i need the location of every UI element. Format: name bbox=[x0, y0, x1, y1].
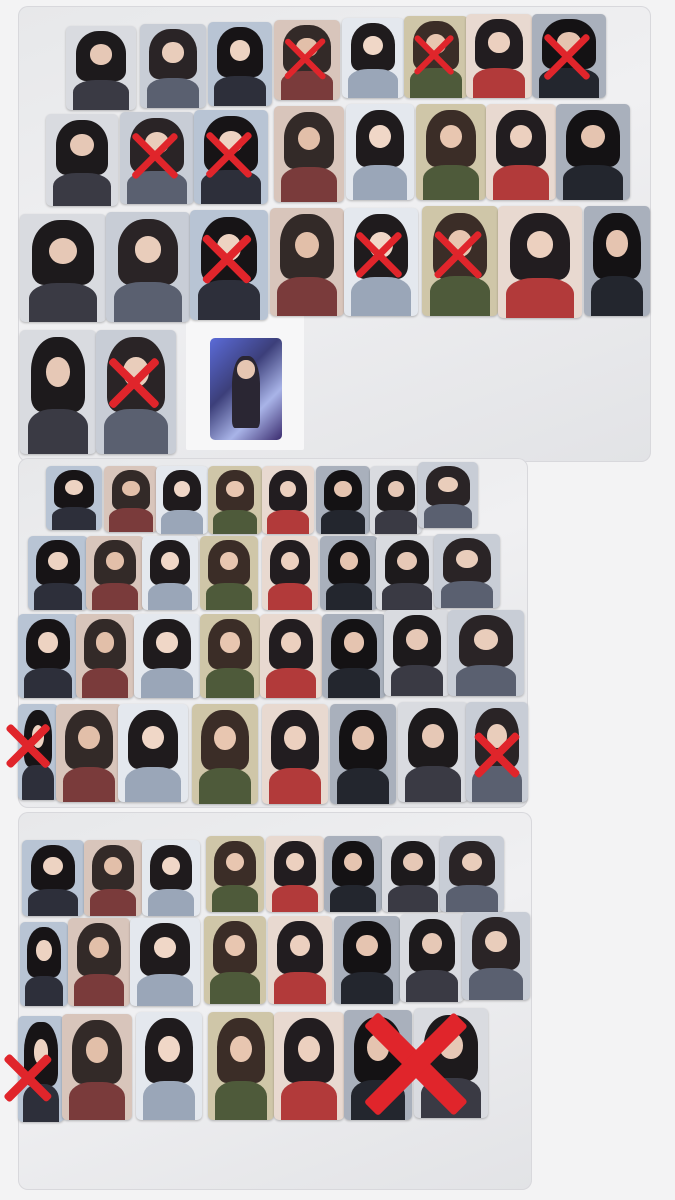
photocard bbox=[486, 104, 556, 200]
photocard bbox=[20, 330, 96, 454]
photocard bbox=[76, 614, 134, 698]
photocard bbox=[18, 704, 58, 800]
photocard bbox=[370, 466, 422, 534]
photocard bbox=[20, 214, 106, 322]
photocard bbox=[400, 914, 464, 1002]
photocard bbox=[156, 466, 208, 534]
photocard bbox=[398, 702, 468, 802]
photocard bbox=[106, 212, 190, 322]
photocard bbox=[96, 330, 176, 454]
photocard bbox=[320, 536, 378, 610]
photocard bbox=[68, 918, 130, 1006]
photocard bbox=[344, 208, 418, 316]
photocard bbox=[322, 614, 386, 698]
photocard bbox=[342, 18, 404, 98]
photocard bbox=[134, 614, 200, 698]
photocard bbox=[382, 836, 444, 912]
photocard bbox=[18, 614, 78, 698]
photocard bbox=[384, 610, 450, 696]
photocard bbox=[466, 14, 532, 98]
photocard bbox=[344, 1010, 412, 1120]
photocard bbox=[120, 112, 194, 204]
photocard bbox=[140, 24, 206, 108]
photocard bbox=[274, 20, 340, 100]
photocard bbox=[86, 536, 144, 610]
photocard bbox=[22, 840, 84, 916]
photocard bbox=[274, 1012, 344, 1120]
photocard bbox=[204, 916, 266, 1004]
photocard bbox=[262, 704, 328, 804]
photocard bbox=[20, 922, 68, 1006]
photocard bbox=[498, 206, 582, 318]
photocard bbox=[556, 104, 630, 200]
photocard bbox=[334, 916, 400, 1004]
photocard bbox=[262, 466, 314, 534]
photocard bbox=[104, 466, 158, 532]
photocard bbox=[422, 206, 498, 316]
holographic-photocard bbox=[210, 338, 282, 440]
photocard bbox=[330, 704, 396, 804]
photocard bbox=[316, 466, 370, 534]
photocard bbox=[270, 208, 344, 316]
photocard bbox=[416, 104, 486, 200]
photocard bbox=[324, 836, 382, 912]
photocard bbox=[260, 614, 322, 698]
photocard bbox=[448, 610, 524, 696]
photocard bbox=[208, 1012, 274, 1120]
photocard bbox=[142, 536, 198, 610]
photocard bbox=[62, 1014, 132, 1120]
photocard bbox=[462, 912, 530, 1000]
photocard bbox=[208, 22, 272, 106]
photocard bbox=[192, 704, 258, 804]
photocard bbox=[584, 206, 650, 316]
photocard bbox=[266, 836, 324, 912]
photocard bbox=[56, 704, 122, 802]
photocard bbox=[28, 536, 88, 610]
photocard bbox=[434, 534, 500, 608]
photocard bbox=[200, 536, 258, 610]
photocard bbox=[190, 210, 268, 320]
photocard bbox=[208, 466, 262, 534]
photocard bbox=[376, 536, 438, 610]
photocard bbox=[418, 462, 478, 528]
photocard bbox=[118, 704, 188, 802]
photocard bbox=[130, 918, 200, 1006]
photocard bbox=[136, 1012, 202, 1120]
photocard bbox=[66, 26, 136, 110]
photocard bbox=[274, 106, 344, 202]
photocard bbox=[46, 114, 118, 206]
photocard bbox=[466, 702, 528, 802]
photocard bbox=[84, 840, 142, 916]
photocard bbox=[200, 614, 260, 698]
photocard bbox=[46, 466, 102, 530]
photocard bbox=[268, 916, 332, 1004]
photocard bbox=[18, 1016, 64, 1122]
photocard bbox=[414, 1008, 488, 1118]
photocard bbox=[142, 840, 200, 916]
photocard bbox=[206, 836, 264, 912]
photocard bbox=[346, 104, 414, 200]
photocard bbox=[194, 110, 268, 204]
photocard bbox=[404, 16, 468, 98]
photocard bbox=[440, 836, 504, 912]
photocard bbox=[532, 14, 606, 98]
photocard bbox=[262, 536, 318, 610]
